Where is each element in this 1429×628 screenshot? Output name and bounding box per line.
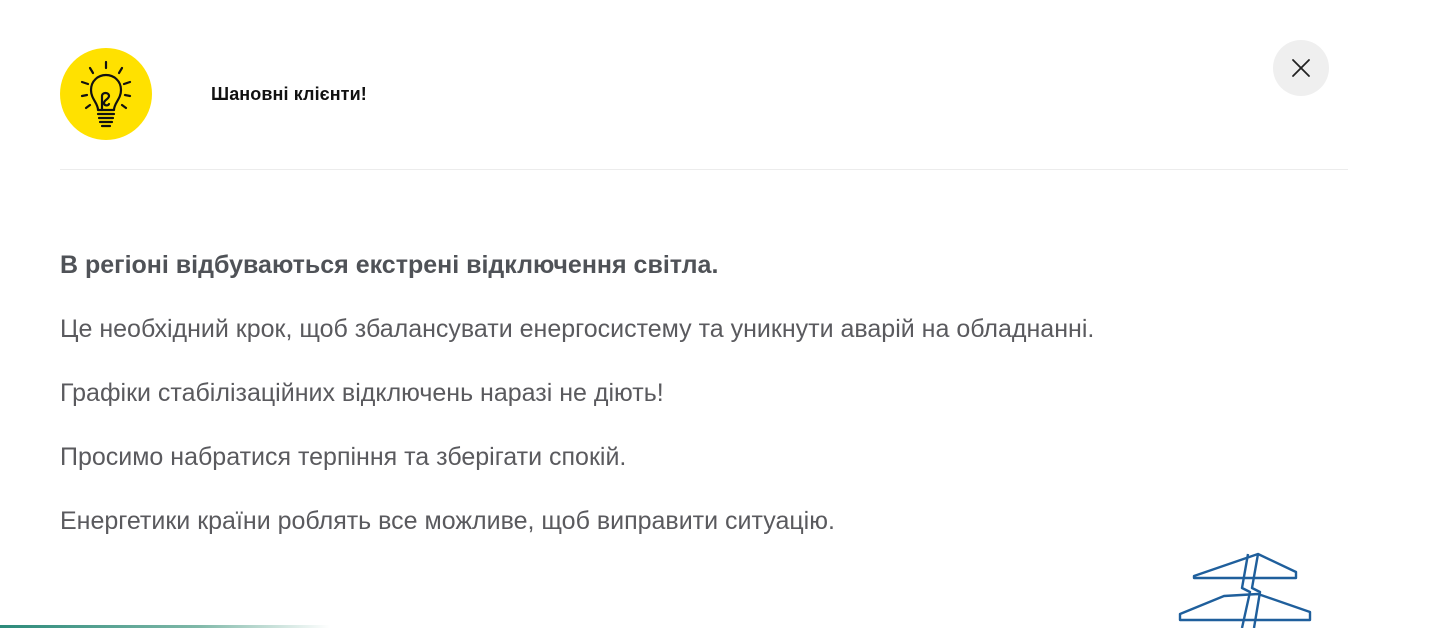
- message-paragraph: Енергетики країни роблять все можливе, щ…: [60, 507, 835, 535]
- close-button[interactable]: [1273, 40, 1329, 96]
- dialog-header: Шановні клієнти!: [60, 48, 1348, 140]
- lightbulb-icon: [60, 48, 152, 140]
- header-divider: [60, 169, 1348, 170]
- close-icon: [1292, 59, 1310, 77]
- dialog-title: Шановні клієнти!: [211, 84, 367, 104]
- message-paragraph: Це необхідний крок, щоб збалансувати ене…: [60, 315, 1095, 343]
- notice-dialog: Шановні клієнти! В регіоні відбуваються …: [0, 0, 1429, 628]
- message-paragraph: Просимо набратися терпіння та зберігати …: [60, 443, 627, 471]
- power-pylon-icon: [1178, 552, 1312, 628]
- message-paragraph: Графіки стабілізаційних відключень нараз…: [60, 379, 664, 407]
- message-lead: В регіоні відбуваються екстрені відключе…: [60, 251, 719, 279]
- message-body: В регіоні відбуваються екстрені відключе…: [60, 248, 1240, 568]
